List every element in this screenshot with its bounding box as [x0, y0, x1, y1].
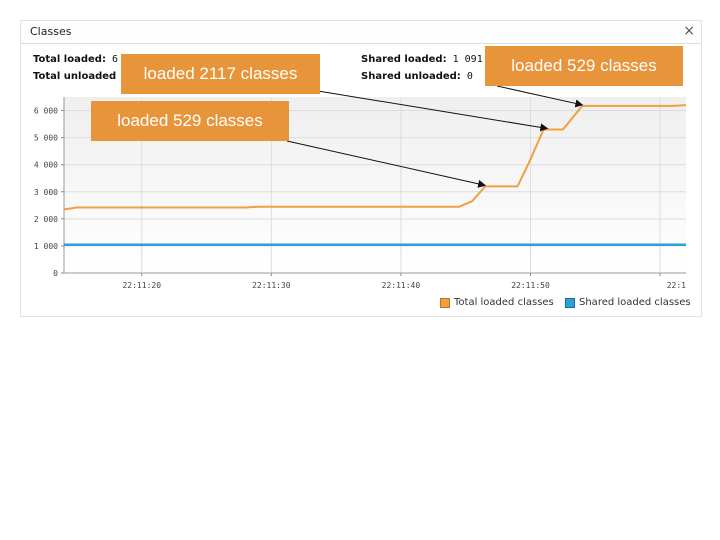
x-tick-label: 22:11:30: [252, 281, 291, 290]
y-tick-label: 3 000: [34, 188, 58, 197]
legend-total-label: Total loaded classes: [454, 297, 554, 308]
x-tick-label: 22:11:40: [382, 281, 421, 290]
x-tick-label: 22:11:20: [122, 281, 161, 290]
y-tick-label: 5 000: [34, 134, 58, 143]
shared-swatch: [565, 297, 575, 308]
y-tick-label: 4 000: [34, 161, 58, 170]
x-tick-label: 22:1: [667, 281, 686, 290]
total-swatch: [440, 297, 450, 308]
callout-2117-classes: loaded 2117 classes: [121, 54, 320, 94]
x-tick-label: 22:11:50: [511, 281, 550, 290]
callout-529-classes-second: loaded 529 classes: [485, 46, 683, 86]
y-tick-label: 1 000: [34, 242, 58, 251]
y-tick-label: 6 000: [34, 107, 58, 116]
callout-529-classes-first: loaded 529 classes: [91, 101, 289, 141]
y-tick-label: 2 000: [34, 215, 58, 224]
legend-shared: Shared loaded classes: [565, 297, 691, 308]
legend-total: Total loaded classes: [440, 297, 554, 308]
legend-shared-label: Shared loaded classes: [579, 297, 691, 308]
y-tick-label: 0: [53, 269, 58, 278]
